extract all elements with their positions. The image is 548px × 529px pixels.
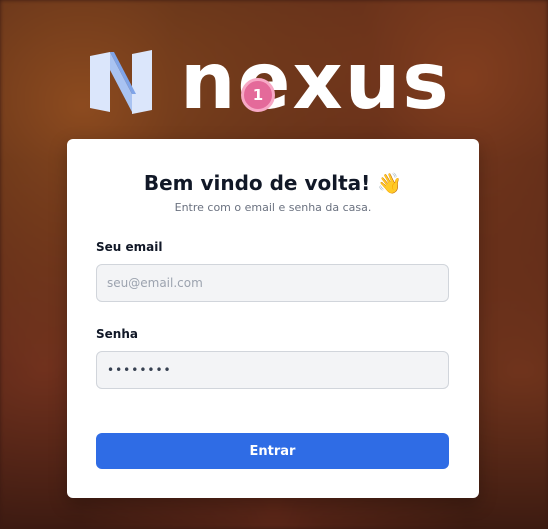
wave-emoji-icon: 👋 [377, 171, 403, 195]
nexus-logo-icon [90, 50, 152, 114]
login-subtitle: Entre com o email e senha da casa. [174, 201, 372, 214]
password-input[interactable] [96, 351, 449, 389]
password-label: Senha [96, 327, 138, 341]
email-label: Seu email [96, 240, 163, 254]
login-card: Bem vindo de volta! 👋 Entre com o email … [67, 139, 479, 498]
nexus-logo: nexus [88, 42, 458, 122]
login-title: Bem vindo de volta! 👋 [67, 171, 479, 195]
step-badge: 1 [241, 78, 275, 112]
brand-wordmark: nexus [180, 37, 451, 127]
login-submit-button[interactable]: Entrar [96, 433, 449, 469]
email-input[interactable] [96, 264, 449, 302]
login-title-text: Bem vindo de volta! [143, 171, 371, 195]
